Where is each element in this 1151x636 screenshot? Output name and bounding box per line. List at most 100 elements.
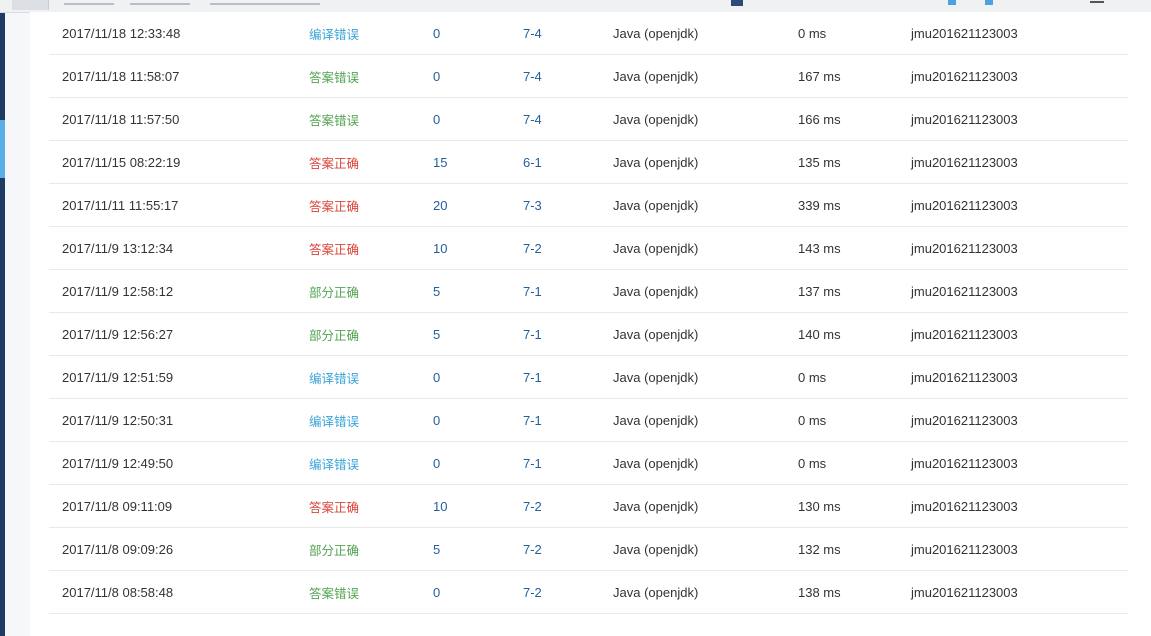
runtime-cell: 135 ms [798,154,841,170]
score-cell: 10 [433,240,448,256]
runtime-cell: 0 ms [798,25,827,41]
submit-time-cell: 2017/11/9 12:56:27 [62,326,174,342]
score-cell: 5 [433,283,441,299]
submit-time-cell: 2017/11/18 11:57:50 [62,111,180,127]
language-cell: Java (openjdk) [613,412,699,428]
table-row: 2017/11/18 12:33:48 编译错误 0 7-4 Java (ope… [49,12,1128,55]
toolbar-arrow-icon[interactable] [948,0,956,5]
toolbar-divider [210,3,320,5]
runtime-cell: 0 ms [798,369,827,385]
table-row: 2017/11/11 11:55:17 答案正确 20 7-3 Java (op… [49,184,1128,227]
submit-time-cell: 2017/11/11 11:55:17 [62,197,179,213]
language-cell: Java (openjdk) [613,25,699,41]
problem-link[interactable]: 7-1 [523,270,542,312]
problem-link[interactable]: 7-1 [523,356,542,398]
status-link[interactable]: 编译错误 [309,442,359,484]
user-cell: jmu201621123003 [911,584,1018,600]
score-cell: 20 [433,197,448,213]
toolbar-square-icon[interactable] [731,0,743,6]
user-cell: jmu201621123003 [911,154,1018,170]
problem-link[interactable]: 7-1 [523,313,542,355]
status-link[interactable]: 编译错误 [309,399,359,441]
table-row: 2017/11/9 12:50:31 编译错误 0 7-1 Java (open… [49,399,1128,442]
user-cell: jmu201621123003 [911,197,1018,213]
table-row: 2017/11/8 09:11:09 答案正确 10 7-2 Java (ope… [49,485,1128,528]
problem-link[interactable]: 7-2 [523,571,542,613]
table-row: 2017/11/18 11:57:50 答案错误 0 7-4 Java (ope… [49,98,1128,141]
table-row: 2017/11/9 13:12:34 答案正确 10 7-2 Java (ope… [49,227,1128,270]
status-link[interactable]: 答案错误 [309,55,359,97]
status-link[interactable]: 答案错误 [309,98,359,140]
language-cell: Java (openjdk) [613,111,699,127]
sidebar-active-indicator [0,120,5,178]
table-row: 2017/11/9 12:49:50 编译错误 0 7-1 Java (open… [49,442,1128,485]
table-row: 2017/11/9 12:58:12 部分正确 5 7-1 Java (open… [49,270,1128,313]
status-link[interactable]: 答案正确 [309,184,359,226]
table-row: 2017/11/9 12:51:59 编译错误 0 7-1 Java (open… [49,356,1128,399]
status-link[interactable]: 答案正确 [309,141,359,183]
runtime-cell: 0 ms [798,412,827,428]
runtime-cell: 130 ms [798,498,841,514]
score-cell: 0 [433,369,441,385]
problem-link[interactable]: 7-2 [523,485,542,527]
toolbar-tab-stub[interactable] [12,0,49,10]
user-cell: jmu201621123003 [911,455,1018,471]
submit-time-cell: 2017/11/9 12:58:12 [62,283,174,299]
problem-link[interactable]: 7-4 [523,12,542,54]
table-row: 2017/11/15 08:22:19 答案正确 15 6-1 Java (op… [49,141,1128,184]
runtime-cell: 167 ms [798,68,841,84]
toolbar-info-icon[interactable] [985,0,993,5]
runtime-cell: 166 ms [798,111,841,127]
problem-link[interactable]: 7-2 [523,227,542,269]
status-link[interactable]: 答案正确 [309,485,359,527]
score-cell: 0 [433,111,441,127]
submit-time-cell: 2017/11/9 12:51:59 [62,369,174,385]
table-row: 2017/11/18 11:58:07 答案错误 0 7-4 Java (ope… [49,55,1128,98]
user-cell: jmu201621123003 [911,68,1018,84]
toolbar-divider [130,3,190,5]
status-link[interactable]: 部分正确 [309,528,359,570]
status-link[interactable]: 编译错误 [309,12,359,54]
problem-link[interactable]: 7-4 [523,55,542,97]
language-cell: Java (openjdk) [613,283,699,299]
score-cell: 0 [433,25,441,41]
language-cell: Java (openjdk) [613,584,699,600]
submit-time-cell: 2017/11/9 12:50:31 [62,412,174,428]
user-cell: jmu201621123003 [911,283,1018,299]
submission-table: 2017/11/18 12:33:48 编译错误 0 7-4 Java (ope… [49,12,1128,614]
score-cell: 5 [433,541,441,557]
user-cell: jmu201621123003 [911,240,1018,256]
table-row: 2017/11/8 09:09:26 部分正确 5 7-2 Java (open… [49,528,1128,571]
problem-link[interactable]: 7-2 [523,528,542,570]
status-link[interactable]: 答案正确 [309,227,359,269]
table-row: 2017/11/8 08:58:48 答案错误 0 7-2 Java (open… [49,571,1128,614]
user-cell: jmu201621123003 [911,369,1018,385]
problem-link[interactable]: 7-1 [523,399,542,441]
runtime-cell: 140 ms [798,326,841,342]
language-cell: Java (openjdk) [613,541,699,557]
problem-link[interactable]: 6-1 [523,141,542,183]
status-link[interactable]: 编译错误 [309,356,359,398]
runtime-cell: 132 ms [798,541,841,557]
user-cell: jmu201621123003 [911,541,1018,557]
status-link[interactable]: 部分正确 [309,313,359,355]
problem-link[interactable]: 7-1 [523,442,542,484]
submit-time-cell: 2017/11/8 08:58:48 [62,584,174,600]
problem-link[interactable]: 7-4 [523,98,542,140]
submit-time-cell: 2017/11/18 11:58:07 [62,68,180,84]
submit-time-cell: 2017/11/15 08:22:19 [62,154,181,170]
status-link[interactable]: 部分正确 [309,270,359,312]
language-cell: Java (openjdk) [613,154,699,170]
submit-time-cell: 2017/11/18 12:33:48 [62,25,181,41]
language-cell: Java (openjdk) [613,455,699,471]
submission-list-panel: 2017/11/18 12:33:48 编译错误 0 7-4 Java (ope… [30,12,1151,636]
toolbar-menu-icon[interactable] [1090,1,1104,3]
language-cell: Java (openjdk) [613,197,699,213]
submit-time-cell: 2017/11/9 12:49:50 [62,455,174,471]
problem-link[interactable]: 7-3 [523,184,542,226]
user-cell: jmu201621123003 [911,111,1018,127]
score-cell: 0 [433,412,441,428]
status-link[interactable]: 答案错误 [309,571,359,613]
toolbar-divider [64,3,114,5]
runtime-cell: 143 ms [798,240,841,256]
